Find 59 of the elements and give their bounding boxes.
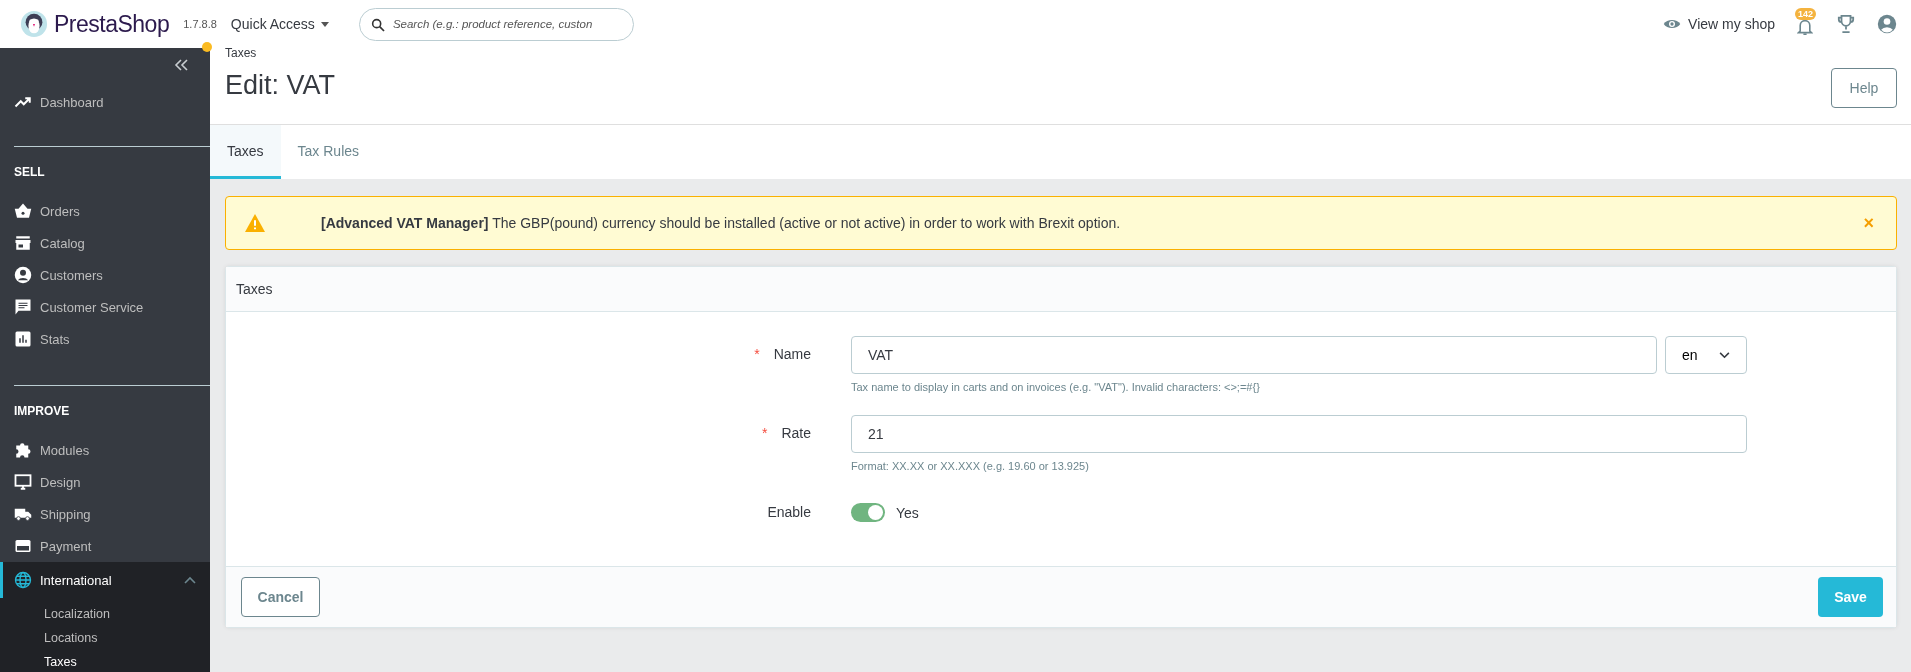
switch-state-label: Yes <box>896 504 919 521</box>
page-title: Edit: VAT <box>225 70 336 101</box>
search-icon <box>369 16 386 33</box>
text-input[interactable]: VAT <box>851 336 1657 374</box>
sidebar-item[interactable]: Shipping <box>0 498 210 530</box>
version-text: 1.7.8.8 <box>183 18 217 30</box>
sidebar-subitem[interactable]: Localization <box>0 602 210 626</box>
sidebar-item[interactable]: Catalog <box>0 227 210 259</box>
caret-icon <box>320 21 329 27</box>
view-my-shop-link[interactable]: View my shop <box>1663 16 1775 32</box>
bar-chart-icon <box>14 330 32 348</box>
sidebar-subitem[interactable]: Locations <box>0 626 210 650</box>
sidebar-item[interactable]: Orders <box>0 195 210 227</box>
bell-icon[interactable] <box>1797 18 1813 36</box>
sidebar-item[interactable]: Stats <box>0 323 210 355</box>
user-avatar-icon[interactable] <box>1877 14 1897 34</box>
credit-card-icon <box>14 537 32 555</box>
trophy-icon[interactable] <box>1837 14 1855 34</box>
monitor-icon <box>14 473 32 491</box>
field-label: * Rate <box>761 425 811 441</box>
sidebar-item[interactable]: Payment <box>0 530 210 562</box>
basket-icon <box>14 202 32 220</box>
language-dropdown[interactable]: en <box>1665 336 1747 374</box>
field-help-text: Format: XX.XX or XX.XXX (e.g. 19.60 or 13.925) <box>851 460 1090 472</box>
card-title: Taxes <box>226 267 1896 312</box>
sidebar-item[interactable]: Modules <box>0 434 210 466</box>
sidebar-section-heading: SELL <box>13 164 46 181</box>
cancel-button[interactable]: Cancel <box>241 577 320 617</box>
logo-icon <box>20 10 48 38</box>
sidebar-item[interactable]: Customer Service <box>0 291 210 323</box>
help-button[interactable]: Help <box>1831 68 1897 108</box>
breadcrumb-text: Taxes <box>225 46 258 60</box>
sidebar-item[interactable]: Dashboard <box>0 86 210 118</box>
search-field[interactable]: Search (e.g.: product reference, custon <box>358 7 634 41</box>
field-label: * Name <box>754 346 811 362</box>
chat-icon <box>14 298 32 316</box>
eye-icon <box>1663 18 1682 30</box>
text-input[interactable]: 21 <box>851 415 1747 453</box>
puzzle-icon <box>14 441 32 459</box>
field-label: Enable <box>767 504 811 520</box>
chevron-down-icon <box>1719 351 1730 359</box>
sidebar-item[interactable]: Customers <box>0 259 210 291</box>
notification-count-badge: 142 <box>1795 8 1817 20</box>
toggle-switch[interactable] <box>851 503 885 522</box>
sidebar-item[interactable]: International <box>0 562 210 598</box>
store-icon <box>14 234 32 252</box>
tab[interactable]: Tax Rules <box>280 125 377 179</box>
tab[interactable]: Taxes <box>210 125 281 179</box>
quick-access-menu[interactable]: Quick Access <box>230 16 329 32</box>
collapse-sidebar-icon[interactable] <box>174 59 188 71</box>
sidebar-subitem[interactable]: Taxes <box>0 650 210 672</box>
globe-icon <box>14 571 32 589</box>
sidebar-item[interactable]: Design <box>0 466 210 498</box>
person-circle-icon <box>14 266 32 284</box>
field-help-text: Tax name to display in carts and on invoices (e.g. "VAT"). Invalid characters: <>;=#{} <box>851 381 1261 393</box>
warning-icon <box>244 213 266 233</box>
alert-message: [Advanced VAT Manager] The GBP(pound) currency should be installed (active or not active) in order to work with Brexit option. <box>321 215 1122 231</box>
sidebar-section-heading: IMPROVE <box>13 403 71 420</box>
brand-logo-text: PrestaShop <box>54 10 170 38</box>
